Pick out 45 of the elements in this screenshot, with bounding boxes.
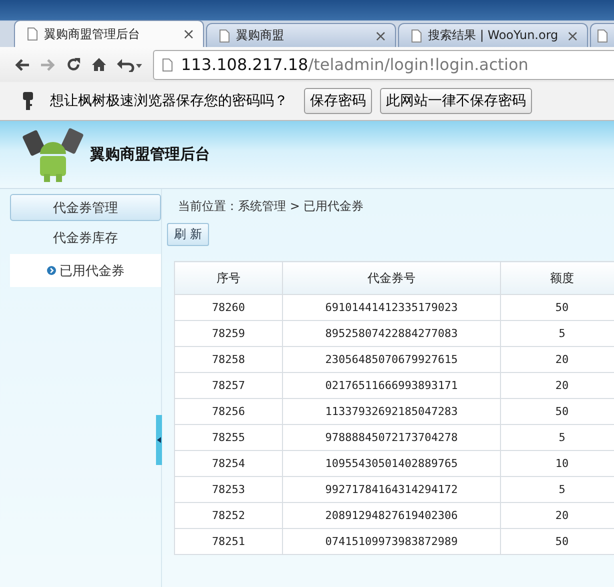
table-cell: 78255 bbox=[174, 424, 282, 450]
sidebar-item-label: 已用代金券 bbox=[60, 262, 124, 280]
browser-tab[interactable]: 翼购商盟管理后台 × bbox=[14, 20, 204, 47]
password-button[interactable]: 保存密码 bbox=[304, 88, 372, 114]
site-title: 翼购商盟管理后台 bbox=[90, 145, 210, 164]
table-cell: 78257 bbox=[174, 372, 282, 398]
refresh-button[interactable]: 刷 新 bbox=[167, 223, 209, 246]
address-field[interactable]: 113.108.217.18/teladmin/login!login.action bbox=[153, 50, 614, 80]
table-cell: 20891294827619402306 bbox=[282, 502, 500, 528]
table-cell: 78253 bbox=[174, 476, 282, 502]
browser-tab[interactable]: 搜索结果 | WooYun.org × bbox=[398, 23, 588, 47]
column-header: 额度 bbox=[500, 262, 614, 294]
table-cell: 97888845072173704278 bbox=[282, 424, 500, 450]
table-cell: 89525807422884277083 bbox=[282, 320, 500, 346]
table-cell: 78254 bbox=[174, 450, 282, 476]
table-cell: 69101441412335179023 bbox=[282, 294, 500, 320]
table-cell: 23056485070679927615 bbox=[282, 346, 500, 372]
table-cell: 02176511666993893171 bbox=[282, 372, 500, 398]
close-icon[interactable]: × bbox=[182, 25, 195, 43]
password-button[interactable]: 此网站一律不保存密码 bbox=[380, 88, 532, 114]
table-cell: 10955430501402889765 bbox=[282, 450, 500, 476]
table-cell: 78252 bbox=[174, 502, 282, 528]
column-header: 代金券号 bbox=[282, 262, 500, 294]
tab-title: 翼购商盟 bbox=[236, 27, 285, 44]
table-cell: 78251 bbox=[174, 528, 282, 554]
table-cell: 78260 bbox=[174, 294, 282, 320]
table-cell: 78259 bbox=[174, 320, 282, 346]
sidebar-item[interactable]: 已用代金券 bbox=[10, 254, 161, 287]
password-prompt: 想让枫树极速浏览器保存您的密码吗？ bbox=[50, 92, 288, 110]
close-icon[interactable]: × bbox=[374, 26, 387, 44]
sidebar-item-label: 代金券库存 bbox=[53, 230, 118, 246]
tab-title: 翼购商盟管理后台 bbox=[44, 26, 141, 42]
sidebar-section-header[interactable]: 代金券管理 bbox=[10, 194, 161, 221]
column-header: 序号 bbox=[174, 262, 282, 294]
breadcrumb: 当前位置：系统管理 > 已用代金券 bbox=[177, 198, 365, 215]
browser-tab[interactable]: 翼购商盟 × bbox=[206, 23, 396, 47]
table-cell: 78258 bbox=[174, 346, 282, 372]
table-cell: 99271784164314294172 bbox=[282, 476, 500, 502]
tab-title: 搜索结果 | WooYun.org bbox=[428, 27, 560, 44]
table-cell: 11337932692185047283 bbox=[282, 398, 500, 424]
url-text: 113.108.217.18/teladmin/login!login.action bbox=[181, 55, 528, 74]
sidebar-item[interactable]: 代金券库存 bbox=[10, 221, 161, 254]
table-cell: 78256 bbox=[174, 398, 282, 424]
table-cell: 07415109973983872989 bbox=[282, 528, 500, 554]
close-icon[interactable]: × bbox=[566, 26, 579, 44]
